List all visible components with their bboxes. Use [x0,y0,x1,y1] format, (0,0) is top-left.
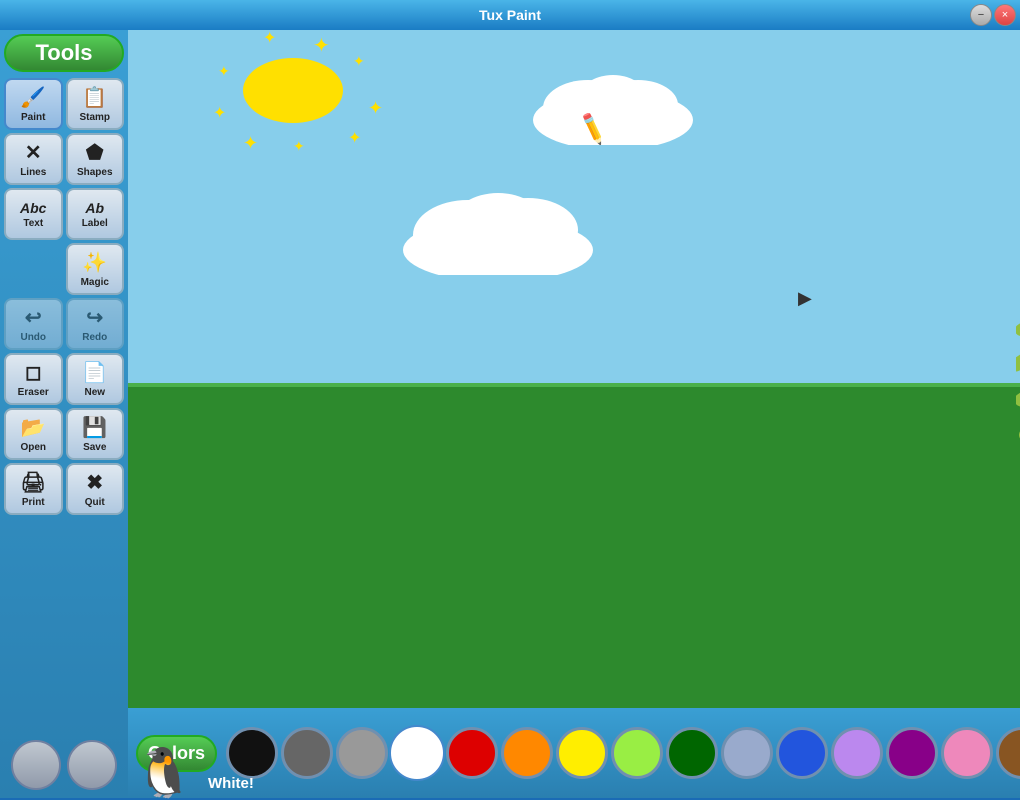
sparkle-2: ✦ [313,33,330,58]
tool-redo-label: Redo [82,332,107,343]
tool-print[interactable]: 🖨 Print [4,463,63,515]
bottom-circle-2 [67,740,117,790]
color-light-green[interactable] [611,727,663,779]
tool-quit-label: Quit [85,497,105,508]
tool-save-label: Save [83,442,106,453]
tool-text[interactable]: Abc Text [4,188,63,240]
tool-save[interactable]: 💾 Save [66,408,125,460]
tool-grid: 🖌️ Paint 📋 Stamp ✕ Lines ⬟ Shapes Abc Te… [4,78,124,515]
label-icon: Ab [85,200,104,216]
save-icon: 💾 [82,415,107,440]
sparkle-8: ✦ [213,103,226,123]
open-icon: 📂 [21,415,46,440]
color-dark-gray[interactable] [281,727,333,779]
tool-shapes-label: Shapes [77,167,113,178]
grass [128,383,1020,708]
color-orange[interactable] [501,727,553,779]
sparkle-3: ✦ [353,53,365,70]
mouse-cursor: ▶ [798,288,812,309]
bottom-circle-1 [11,740,61,790]
color-green[interactable] [666,727,718,779]
color-white[interactable] [391,727,443,779]
drawing-canvas[interactable]: ✦ ✦ ✦ ✦ ✦ ✦ ✦ ✦ ✦ [128,30,1020,708]
tree-foliage [1016,90,1020,525]
tool-lines[interactable]: ✕ Lines [4,133,63,185]
cloud-1 [528,70,698,150]
sparkle-9: ✦ [218,63,230,80]
shapes-icon: ⬟ [86,140,103,165]
colors-bar: Colors [128,708,1020,798]
color-black[interactable] [226,727,278,779]
minimize-button[interactable]: − [970,4,992,26]
color-red[interactable] [446,727,498,779]
paint-icon: 🖌️ [21,85,46,110]
magic-icon: ✨ [82,250,107,275]
tree-svg [1016,90,1020,520]
tool-paint-label: Paint [21,112,45,123]
color-blue-gray[interactable] [721,727,773,779]
color-gray[interactable] [336,727,388,779]
window-title: Tux Paint [479,7,541,23]
stamp-icon: 📋 [82,85,107,110]
tool-paint[interactable]: 🖌️ Paint [4,78,63,130]
titlebar: Tux Paint − × [0,0,1020,30]
tool-lines-label: Lines [20,167,46,178]
left-toolbar: Tools 🖌️ Paint 📋 Stamp ✕ Lines ⬟ Shapes [0,30,128,798]
tool-label[interactable]: Ab Label [66,188,125,240]
undo-icon: ↩ [25,305,42,330]
print-icon: 🖨 [21,470,46,495]
tool-stamp[interactable]: 📋 Stamp [66,78,125,130]
color-blue[interactable] [776,727,828,779]
tool-quit[interactable]: ✖ Quit [66,463,125,515]
tool-redo[interactable]: ↪ Redo [66,298,125,350]
color-brown[interactable] [996,727,1020,779]
sparkle-7: ✦ [243,133,258,154]
sparkle-1: ✦ [263,30,276,48]
tool-text-label: Text [23,218,43,229]
lines-icon: ✕ [25,140,42,165]
color-lavender[interactable] [831,727,883,779]
cloud-2-svg [398,185,598,275]
tool-label-label: Label [82,218,108,229]
tools-header: Tools [4,34,124,72]
tool-magic-label: Magic [81,277,109,288]
tool-stamp-label: Stamp [79,112,110,123]
sparkle-4: ✦ [368,98,383,119]
close-button[interactable]: × [994,4,1016,26]
canvas-area: ✦ ✦ ✦ ✦ ✦ ✦ ✦ ✦ ✦ [128,30,1020,798]
tool-open-label: Open [20,442,46,453]
tool-new-label: New [84,387,105,398]
tool-eraser[interactable]: ◻ Eraser [4,353,63,405]
new-icon: 📄 [82,360,107,385]
text-icon: Abc [20,200,46,216]
current-color-label: White! [208,775,254,792]
sun [243,58,343,123]
color-purple[interactable] [886,727,938,779]
main-layout: Tools 🖌️ Paint 📋 Stamp ✕ Lines ⬟ Shapes [0,30,1020,798]
tool-open[interactable]: 📂 Open [4,408,63,460]
tool-undo[interactable]: ↩ Undo [4,298,63,350]
quit-icon: ✖ [86,470,103,495]
sparkle-6: ✦ [293,138,305,155]
cloud-2 [398,185,598,280]
tool-eraser-label: Eraser [18,387,49,398]
tool-shapes[interactable]: ⬟ Shapes [66,133,125,185]
sparkle-5: ✦ [348,128,361,148]
scene[interactable]: ✦ ✦ ✦ ✦ ✦ ✦ ✦ ✦ ✦ [128,30,1020,708]
tool-magic[interactable]: ✨ Magic [66,243,125,295]
window-controls: − × [970,4,1016,26]
eraser-icon: ◻ [25,360,42,385]
tux-mascot: 🐧 [134,750,194,798]
tool-print-label: Print [22,497,45,508]
color-pink[interactable] [941,727,993,779]
redo-icon: ↪ [86,305,103,330]
color-yellow[interactable] [556,727,608,779]
tool-undo-label: Undo [20,332,46,343]
tool-new[interactable]: 📄 New [66,353,125,405]
cloud-1-svg [528,70,698,145]
